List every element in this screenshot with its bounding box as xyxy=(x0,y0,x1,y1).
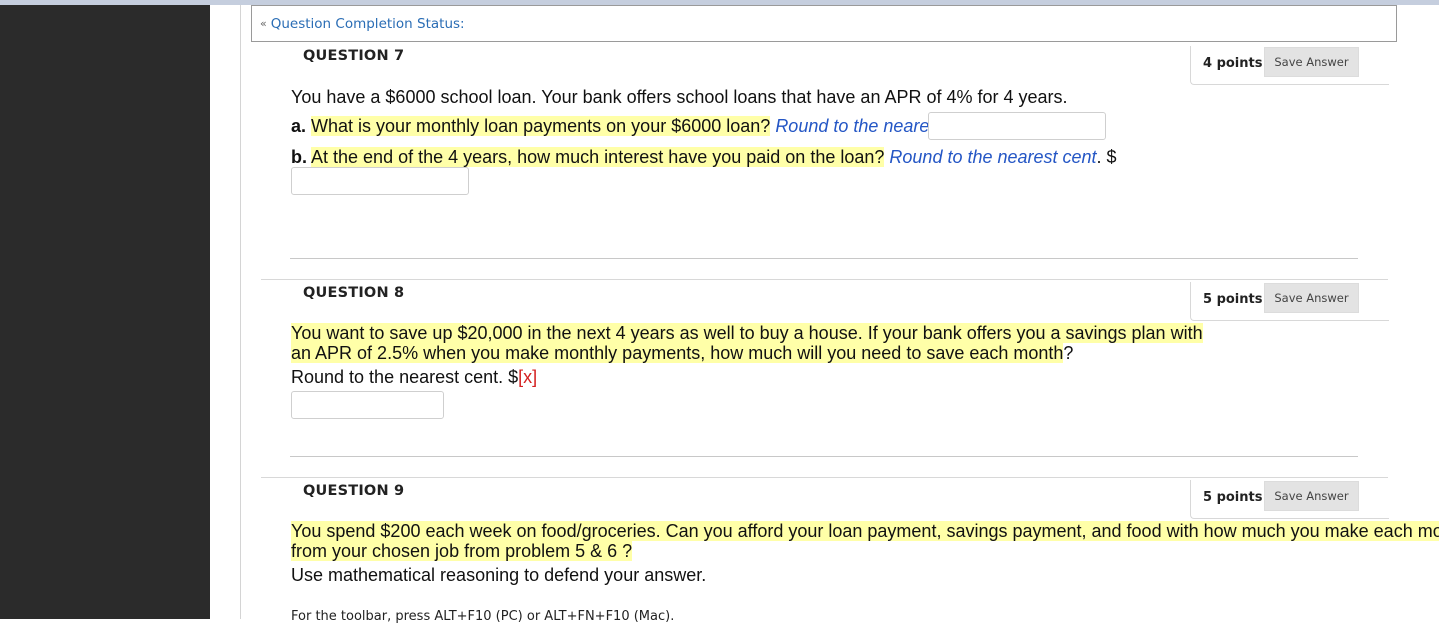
question-7-part-a: a. What is your monthly loan payments on… xyxy=(291,116,1002,137)
points-panel: 5 points Save Answer xyxy=(1190,282,1389,321)
question-9-line-3: Use mathematical reasoning to defend you… xyxy=(291,565,707,585)
question-8-line-1: You want to save up $20,000 in the next … xyxy=(291,323,1203,344)
part-b-label: b. xyxy=(291,147,307,167)
points-label: 5 points xyxy=(1203,292,1263,307)
question-completion-status[interactable]: « Question Completion Status: xyxy=(251,5,1397,42)
question-8-answer-input[interactable] xyxy=(291,391,444,419)
question-9-text-2: from your chosen job from problem 5 & 6 … xyxy=(291,541,633,561)
question-8-line-2: an APR of 2.5% when you make monthly pay… xyxy=(291,343,1073,364)
part-a-label: a. xyxy=(291,116,307,136)
points-label: 4 points xyxy=(1203,56,1263,71)
part-a-answer-input[interactable] xyxy=(928,112,1106,140)
part-b-text: At the end of the 4 years, how much inte… xyxy=(311,147,885,167)
points-panel: 5 points Save Answer xyxy=(1190,480,1389,519)
question-8-round-instruction: Round to the nearest cent. $[x] xyxy=(291,367,537,388)
double-chevron-down-icon[interactable]: « xyxy=(260,17,267,30)
status-label[interactable]: Question Completion Status: xyxy=(271,16,465,32)
question-top-border xyxy=(261,279,1388,280)
question-divider xyxy=(290,258,1358,259)
question-8-text-1: You want to save up $20,000 in the next … xyxy=(291,323,1203,343)
save-answer-button[interactable]: Save Answer xyxy=(1264,47,1359,77)
round-text: Round to the nearest cent. $ xyxy=(291,367,519,387)
part-a-text: What is your monthly loan payments on yo… xyxy=(311,116,771,136)
save-answer-button[interactable]: Save Answer xyxy=(1264,283,1359,313)
question-title: QUESTION 9 xyxy=(303,483,405,499)
left-sidebar xyxy=(0,5,210,619)
question-7-part-b: b. At the end of the 4 years, how much i… xyxy=(291,147,1117,168)
question-9-line-1: You spend $200 each week on food/groceri… xyxy=(291,521,1439,542)
points-label: 5 points xyxy=(1203,490,1263,505)
question-8-text-2-end: ? xyxy=(1063,343,1074,363)
question-title: QUESTION 7 xyxy=(303,48,405,64)
question-9-text-1: You spend $200 each week on food/groceri… xyxy=(291,521,1439,541)
question-top-border xyxy=(261,477,1388,478)
part-b-hint: Round to the nearest cent xyxy=(889,147,1097,167)
question-title: QUESTION 8 xyxy=(303,285,405,301)
part-b-suffix: . $ xyxy=(1096,147,1117,167)
toolbar-hint: For the toolbar, press ALT+F10 (PC) or A… xyxy=(291,609,675,624)
question-8-text-2: an APR of 2.5% when you make monthly pay… xyxy=(291,343,1064,363)
part-b-answer-input[interactable] xyxy=(291,167,469,195)
question-7-intro: You have a $6000 school loan. Your bank … xyxy=(291,87,1068,107)
question-divider xyxy=(290,456,1358,457)
save-answer-button[interactable]: Save Answer xyxy=(1264,481,1359,511)
question-9-line-2: from your chosen job from problem 5 & 6 … xyxy=(291,541,633,562)
round-mark: [x] xyxy=(518,367,538,387)
points-panel: 4 points Save Answer xyxy=(1190,46,1389,85)
